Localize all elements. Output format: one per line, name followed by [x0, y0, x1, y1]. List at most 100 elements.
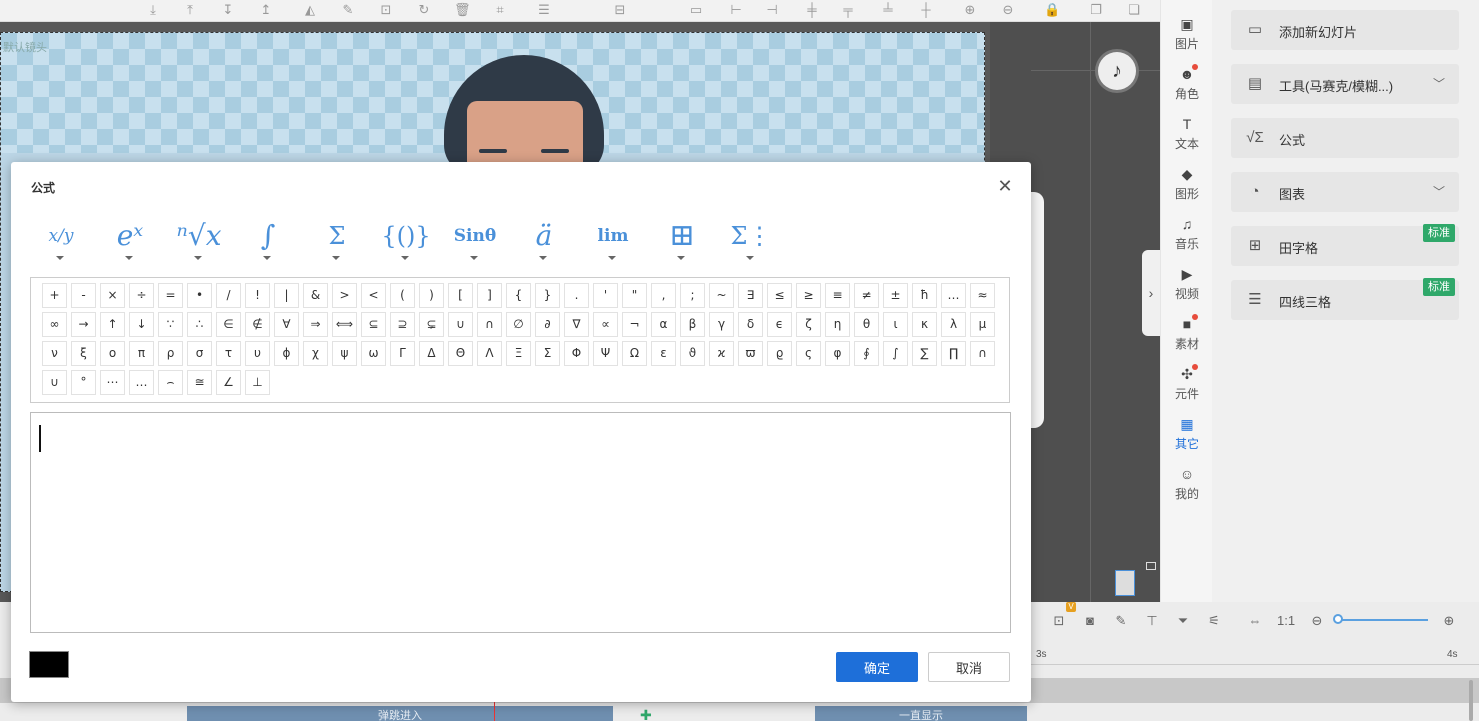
symbol-button[interactable]: ∩ — [970, 341, 995, 366]
symbol-button[interactable]: + — [42, 283, 67, 308]
symbol-button[interactable]: ∇ — [564, 312, 589, 337]
symbol-button[interactable]: < — [361, 283, 386, 308]
symbol-button[interactable]: Φ — [564, 341, 589, 366]
rail-item-mine[interactable]: ☺ 我的 — [1161, 466, 1213, 512]
window-icon[interactable] — [1146, 562, 1156, 570]
paste-icon[interactable]: ❏ — [1126, 2, 1142, 18]
rail-item-video[interactable]: ▶ 视频 — [1161, 266, 1213, 312]
category-fraction[interactable]: x/y — [35, 214, 87, 262]
symbol-button[interactable]: . — [564, 283, 589, 308]
symbol-button[interactable]: • — [187, 283, 212, 308]
symbol-button[interactable]: σ — [187, 341, 212, 366]
symbol-button[interactable]: | — [274, 283, 299, 308]
distribute-icon[interactable]: ▭ — [688, 2, 704, 18]
symbol-button[interactable]: , — [651, 283, 676, 308]
category-function[interactable]: Sinθ — [449, 214, 501, 262]
symbol-button[interactable]: … — [941, 283, 966, 308]
symbol-button[interactable]: ∴ — [187, 312, 212, 337]
filter-icon[interactable]: ⏷ — [1174, 612, 1192, 630]
symbol-button[interactable]: τ — [216, 341, 241, 366]
symbol-button[interactable]: ο — [100, 341, 125, 366]
symbol-button[interactable]: ∪ — [42, 370, 67, 395]
symbol-button[interactable]: λ — [941, 312, 966, 337]
symbol-button[interactable]: ( — [390, 283, 415, 308]
symbol-button[interactable]: ∮ — [854, 341, 879, 366]
category-large-operator[interactable]: Σ — [311, 214, 363, 262]
tools-card[interactable]: ▤ 工具(马赛克/模糊...) ﹀ — [1231, 64, 1459, 104]
symbol-button[interactable]: ; — [680, 283, 705, 308]
symbol-button[interactable]: ν — [42, 341, 67, 366]
symbol-button[interactable]: δ — [738, 312, 763, 337]
symbol-button[interactable]: ↑ — [100, 312, 125, 337]
animation-block-enter[interactable]: 弹跳进入 — [187, 706, 613, 721]
align-middle-icon[interactable]: ⊟ — [612, 2, 628, 18]
confirm-button[interactable]: 确定 — [836, 652, 918, 682]
copy-icon[interactable]: ❐ — [1088, 2, 1104, 18]
symbol-button[interactable]: ≤ — [767, 283, 792, 308]
symbol-button[interactable]: ÷ — [129, 283, 154, 308]
symbol-button[interactable]: { — [506, 283, 531, 308]
symbol-button[interactable]: ) — [419, 283, 444, 308]
symbol-button[interactable]: … — [129, 370, 154, 395]
symbol-button[interactable]: ϱ — [767, 341, 792, 366]
symbol-button[interactable]: η — [825, 312, 850, 337]
animation-block-show[interactable]: 一直显示 — [815, 706, 1027, 721]
category-superscript[interactable]: eˣ — [104, 214, 156, 262]
symbol-button[interactable]: Σ — [535, 341, 560, 366]
symbol-button[interactable]: ≥ — [796, 283, 821, 308]
close-icon[interactable]: ✕ — [996, 177, 1014, 195]
lock-icon[interactable]: ⊡ — [378, 2, 394, 18]
symbol-button[interactable]: / — [216, 283, 241, 308]
symbol-button[interactable]: ⋯ — [100, 370, 125, 395]
camera-icon[interactable]: ◙ — [1081, 612, 1099, 630]
symbol-button[interactable]: Θ — [448, 341, 473, 366]
symbol-button[interactable]: ς — [796, 341, 821, 366]
symbol-button[interactable]: ϰ — [709, 341, 734, 366]
rail-item-other[interactable]: ▦ 其它 — [1161, 416, 1213, 462]
symbol-button[interactable]: ~ — [709, 283, 734, 308]
symbol-button[interactable]: υ — [245, 341, 270, 366]
symbol-button[interactable]: φ — [825, 341, 850, 366]
scene-thumbnail[interactable] — [1115, 570, 1135, 596]
symbol-button[interactable]: ∞ — [42, 312, 67, 337]
category-limit[interactable]: lim — [587, 214, 639, 262]
symbol-button[interactable]: ∩ — [477, 312, 502, 337]
symbol-button[interactable]: } — [535, 283, 560, 308]
symbol-button[interactable]: ħ — [912, 283, 937, 308]
symbol-button[interactable]: β — [680, 312, 705, 337]
symbol-button[interactable]: - — [71, 283, 96, 308]
symbol-button[interactable]: γ — [709, 312, 734, 337]
rail-item-image[interactable]: ▣ 图片 — [1161, 16, 1213, 62]
symbol-button[interactable]: ϵ — [767, 312, 792, 337]
category-bracket[interactable]: {()} — [380, 214, 432, 262]
symbol-button[interactable]: ∏ — [941, 341, 966, 366]
symbol-button[interactable]: ¬ — [622, 312, 647, 337]
add-slide-card[interactable]: ▭ 添加新幻灯片 — [1231, 10, 1459, 50]
four-line-card[interactable]: ☰ 四线三格 标准 — [1231, 278, 1459, 320]
align-vcenter-icon[interactable]: ┼ — [918, 2, 934, 18]
fit-icon[interactable]: ⊡ — [1050, 612, 1068, 630]
rail-item-component[interactable]: ✣ 元件 — [1161, 364, 1213, 412]
rail-item-music[interactable]: ♫ 音乐 — [1161, 216, 1213, 262]
timeline-playhead[interactable] — [494, 700, 495, 721]
symbol-button[interactable]: " — [622, 283, 647, 308]
symbol-button[interactable]: ⊆ — [361, 312, 386, 337]
symbol-button[interactable]: [ — [448, 283, 473, 308]
category-radical[interactable]: ⁿ√x — [173, 214, 225, 262]
text-color-swatch[interactable] — [29, 651, 69, 678]
zoom-out-icon[interactable]: ⊖ — [1000, 2, 1016, 18]
cancel-button[interactable]: 取消 — [928, 652, 1010, 682]
category-integral[interactable]: ∫ — [242, 214, 294, 262]
symbol-button[interactable]: ∵ — [158, 312, 183, 337]
symbol-button[interactable]: κ — [912, 312, 937, 337]
actual-size-icon[interactable]: 1:1 — [1277, 612, 1295, 630]
symbol-button[interactable]: ∪ — [448, 312, 473, 337]
move-up-icon[interactable]: ↥ — [258, 2, 274, 18]
symbol-button[interactable]: π — [129, 341, 154, 366]
symbol-button[interactable]: ⊊ — [419, 312, 444, 337]
symbol-button[interactable]: ω — [361, 341, 386, 366]
symbol-button[interactable]: ∀ — [274, 312, 299, 337]
rail-item-text[interactable]: T 文本 — [1161, 116, 1213, 162]
symbol-button[interactable]: χ — [303, 341, 328, 366]
symbol-button[interactable]: ± — [883, 283, 908, 308]
